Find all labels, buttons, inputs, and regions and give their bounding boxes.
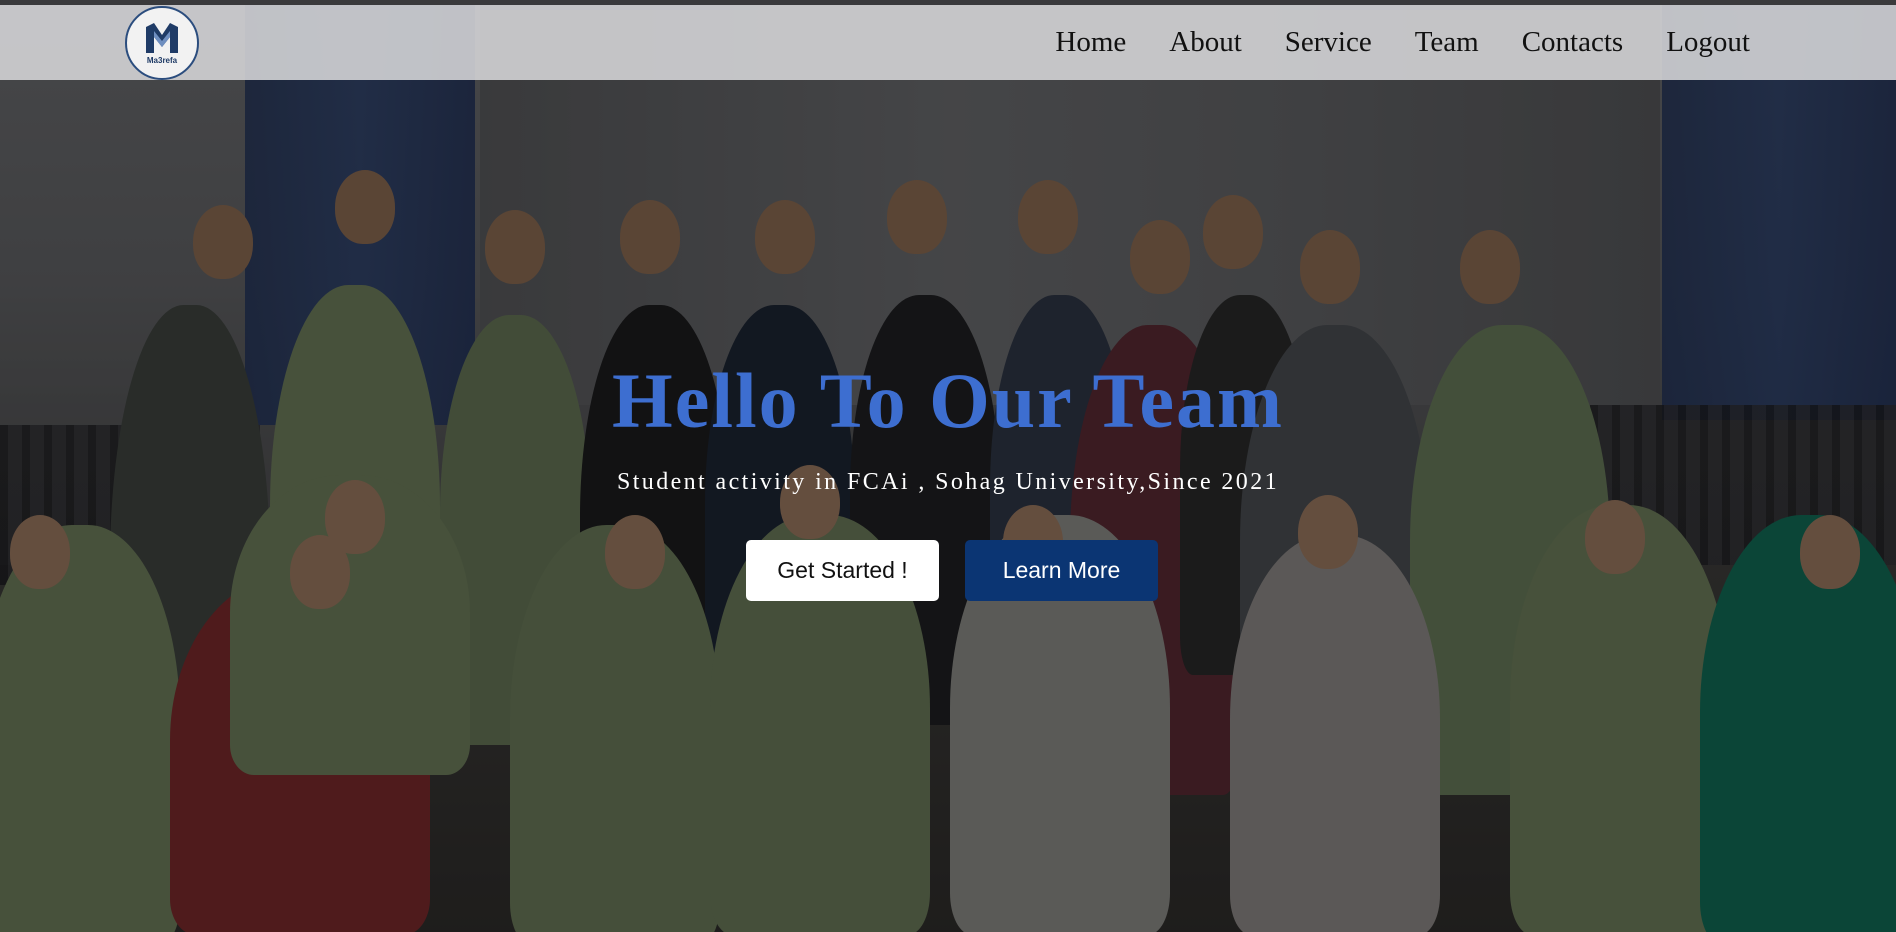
- nav-contacts-link[interactable]: Contacts: [1522, 26, 1624, 59]
- learn-more-button[interactable]: Learn More: [965, 540, 1158, 601]
- m-logo-icon: [146, 23, 178, 53]
- brand-logo[interactable]: Ma3refa: [125, 6, 199, 80]
- get-started-button[interactable]: Get Started !: [746, 540, 939, 601]
- hero-subtitle: Student activity in FCAi , Sohag Univers…: [616, 469, 1280, 495]
- hero-content: Hello To Our Team Student activity in FC…: [0, 355, 1896, 601]
- nav-links: Home About Service Team Contacts Logout: [1055, 5, 1750, 80]
- brand-logo-text: Ma3refa: [146, 56, 178, 65]
- top-border: [0, 0, 1896, 5]
- hero-title: Hello To Our Team: [612, 357, 1284, 444]
- nav-home-link[interactable]: Home: [1055, 26, 1126, 59]
- nav-about-link[interactable]: About: [1169, 26, 1242, 59]
- hero-buttons: Get Started ! Learn More: [0, 540, 1896, 601]
- nav-team-link[interactable]: Team: [1415, 26, 1479, 59]
- nav-logout-link[interactable]: Logout: [1666, 26, 1750, 59]
- nav-service-link[interactable]: Service: [1285, 26, 1372, 59]
- top-navbar: Ma3refa Home About Service Team Contacts…: [0, 5, 1896, 80]
